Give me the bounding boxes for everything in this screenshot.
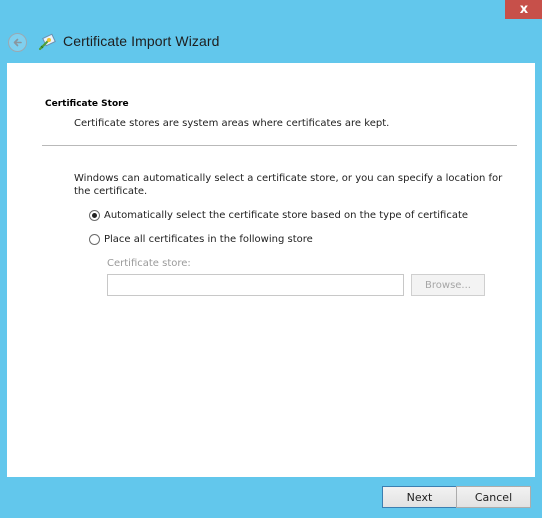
- back-arrow-icon: [13, 38, 22, 47]
- intro-text: Windows can automatically select a certi…: [74, 173, 503, 197]
- auto-select-store-label: Automatically select the certificate sto…: [104, 210, 469, 221]
- section-description: Certificate stores are system areas wher…: [74, 118, 390, 129]
- cancel-button[interactable]: Cancel: [456, 486, 531, 508]
- window-title: Certificate Import Wizard: [63, 33, 220, 49]
- close-button[interactable]: x: [505, 0, 542, 19]
- certificate-store-label: Certificate store:: [107, 258, 191, 269]
- next-button[interactable]: Next: [382, 486, 457, 508]
- certificate-wizard-icon: [38, 33, 56, 51]
- place-in-store-label: Place all certificates in the following …: [104, 234, 313, 245]
- place-in-store-option[interactable]: Place all certificates in the following …: [89, 234, 313, 245]
- certificate-store-field[interactable]: [107, 274, 404, 296]
- back-button[interactable]: [8, 33, 27, 52]
- radio-selected[interactable]: [89, 210, 100, 221]
- divider: [42, 145, 517, 146]
- section-header: Certificate Store: [45, 99, 129, 109]
- browse-button[interactable]: Browse...: [411, 274, 485, 296]
- auto-select-store-option[interactable]: Automatically select the certificate sto…: [89, 210, 468, 221]
- radio-unselected[interactable]: [89, 234, 100, 245]
